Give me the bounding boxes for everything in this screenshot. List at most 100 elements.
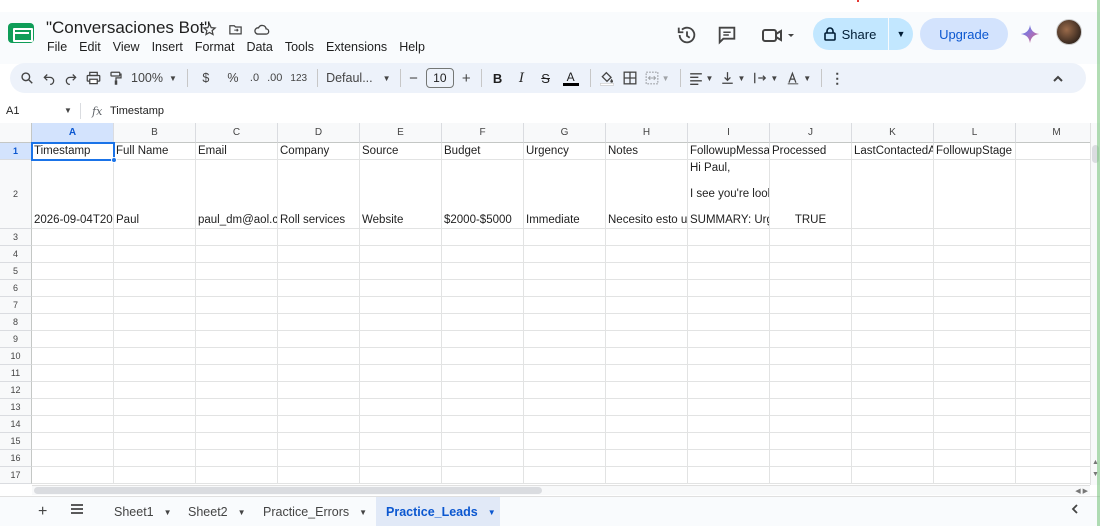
column-header-b[interactable]: B: [114, 123, 196, 143]
cell-k6[interactable]: [852, 280, 934, 297]
menu-extensions[interactable]: Extensions: [325, 40, 388, 54]
cell-e7[interactable]: [360, 297, 442, 314]
cell-m16[interactable]: [1016, 450, 1090, 467]
row-header-17[interactable]: 17: [0, 467, 32, 484]
column-header-a[interactable]: A: [32, 123, 114, 143]
cell-i9[interactable]: [688, 331, 770, 348]
cell-d7[interactable]: [278, 297, 360, 314]
cell-i8[interactable]: [688, 314, 770, 331]
row-header-4[interactable]: 4: [0, 246, 32, 263]
more-options-icon[interactable]: ⋮: [830, 66, 844, 90]
cell-f8[interactable]: [442, 314, 524, 331]
cell-a4[interactable]: [32, 246, 114, 263]
cell-k14[interactable]: [852, 416, 934, 433]
cell-f14[interactable]: [442, 416, 524, 433]
cell-k11[interactable]: [852, 365, 934, 382]
percent-format-button[interactable]: %: [224, 66, 242, 90]
cell-g14[interactable]: [524, 416, 606, 433]
cell-m7[interactable]: [1016, 297, 1090, 314]
cell-d8[interactable]: [278, 314, 360, 331]
cell-h4[interactable]: [606, 246, 688, 263]
cell-a10[interactable]: [32, 348, 114, 365]
text-wrapping-icon[interactable]: ▼: [753, 66, 778, 90]
upgrade-button[interactable]: Upgrade: [920, 18, 1008, 50]
cell-a14[interactable]: [32, 416, 114, 433]
cell-m14[interactable]: [1016, 416, 1090, 433]
cell-h12[interactable]: [606, 382, 688, 399]
cell-e1[interactable]: Source: [360, 143, 442, 160]
cell-a1[interactable]: Timestamp: [32, 143, 114, 160]
column-header-d[interactable]: D: [278, 123, 360, 143]
cell-c1[interactable]: Email: [196, 143, 278, 160]
column-header-c[interactable]: C: [196, 123, 278, 143]
cell-l4[interactable]: [934, 246, 1016, 263]
name-box-caret-icon[interactable]: ▼: [64, 106, 72, 115]
cell-i10[interactable]: [688, 348, 770, 365]
cell-l13[interactable]: [934, 399, 1016, 416]
sheet-tab-caret-icon[interactable]: ▼: [164, 508, 172, 517]
cell-m15[interactable]: [1016, 433, 1090, 450]
row-header-5[interactable]: 5: [0, 263, 32, 280]
cell-m4[interactable]: [1016, 246, 1090, 263]
cell-f16[interactable]: [442, 450, 524, 467]
horizontal-scroll-arrows-icon[interactable]: ◀ ▶: [1075, 487, 1088, 495]
undo-icon[interactable]: [42, 66, 56, 90]
sheet-tab-caret-icon[interactable]: ▼: [359, 508, 367, 517]
cell-e15[interactable]: [360, 433, 442, 450]
cell-m17[interactable]: [1016, 467, 1090, 484]
cell-m12[interactable]: [1016, 382, 1090, 399]
cell-c12[interactable]: [196, 382, 278, 399]
cell-i5[interactable]: [688, 263, 770, 280]
cell-a15[interactable]: [32, 433, 114, 450]
cell-b13[interactable]: [114, 399, 196, 416]
cell-g11[interactable]: [524, 365, 606, 382]
menu-edit[interactable]: Edit: [78, 40, 102, 54]
cell-j5[interactable]: [770, 263, 852, 280]
cell-j2[interactable]: TRUE: [770, 160, 852, 229]
paint-format-icon[interactable]: [109, 66, 123, 90]
cell-j8[interactable]: [770, 314, 852, 331]
name-box[interactable]: A1: [6, 105, 19, 117]
cell-i13[interactable]: [688, 399, 770, 416]
cell-d17[interactable]: [278, 467, 360, 484]
cell-f10[interactable]: [442, 348, 524, 365]
cell-j7[interactable]: [770, 297, 852, 314]
search-menus-icon[interactable]: [20, 66, 34, 90]
cell-a13[interactable]: [32, 399, 114, 416]
cell-b14[interactable]: [114, 416, 196, 433]
user-avatar[interactable]: [1056, 19, 1082, 45]
cell-i6[interactable]: [688, 280, 770, 297]
borders-icon[interactable]: [623, 66, 637, 90]
cell-f9[interactable]: [442, 331, 524, 348]
cell-m9[interactable]: [1016, 331, 1090, 348]
spreadsheet-grid[interactable]: A B C D E F G H I J K L M 1 Timestamp Full Name Email Com…: [0, 123, 1090, 485]
cell-i14[interactable]: [688, 416, 770, 433]
cell-c4[interactable]: [196, 246, 278, 263]
cell-m2[interactable]: [1016, 160, 1090, 229]
cell-a6[interactable]: [32, 280, 114, 297]
cell-e11[interactable]: [360, 365, 442, 382]
cell-l17[interactable]: [934, 467, 1016, 484]
cell-c17[interactable]: [196, 467, 278, 484]
cell-g12[interactable]: [524, 382, 606, 399]
cell-l9[interactable]: [934, 331, 1016, 348]
cell-g2[interactable]: Immediate: [524, 160, 606, 229]
italic-icon[interactable]: I: [514, 66, 530, 90]
cell-l11[interactable]: [934, 365, 1016, 382]
cell-j11[interactable]: [770, 365, 852, 382]
cell-d11[interactable]: [278, 365, 360, 382]
cell-a12[interactable]: [32, 382, 114, 399]
cell-d14[interactable]: [278, 416, 360, 433]
menu-format[interactable]: Format: [194, 40, 236, 54]
share-dropdown-icon[interactable]: ▼: [888, 18, 913, 50]
cell-c15[interactable]: [196, 433, 278, 450]
cell-e5[interactable]: [360, 263, 442, 280]
column-header-k[interactable]: K: [852, 123, 934, 143]
row-header-14[interactable]: 14: [0, 416, 32, 433]
cell-j9[interactable]: [770, 331, 852, 348]
cell-j4[interactable]: [770, 246, 852, 263]
cell-g4[interactable]: [524, 246, 606, 263]
decrease-font-size-button[interactable]: −: [409, 66, 418, 90]
meet-icon[interactable]: [760, 24, 800, 46]
cell-c3[interactable]: [196, 229, 278, 246]
